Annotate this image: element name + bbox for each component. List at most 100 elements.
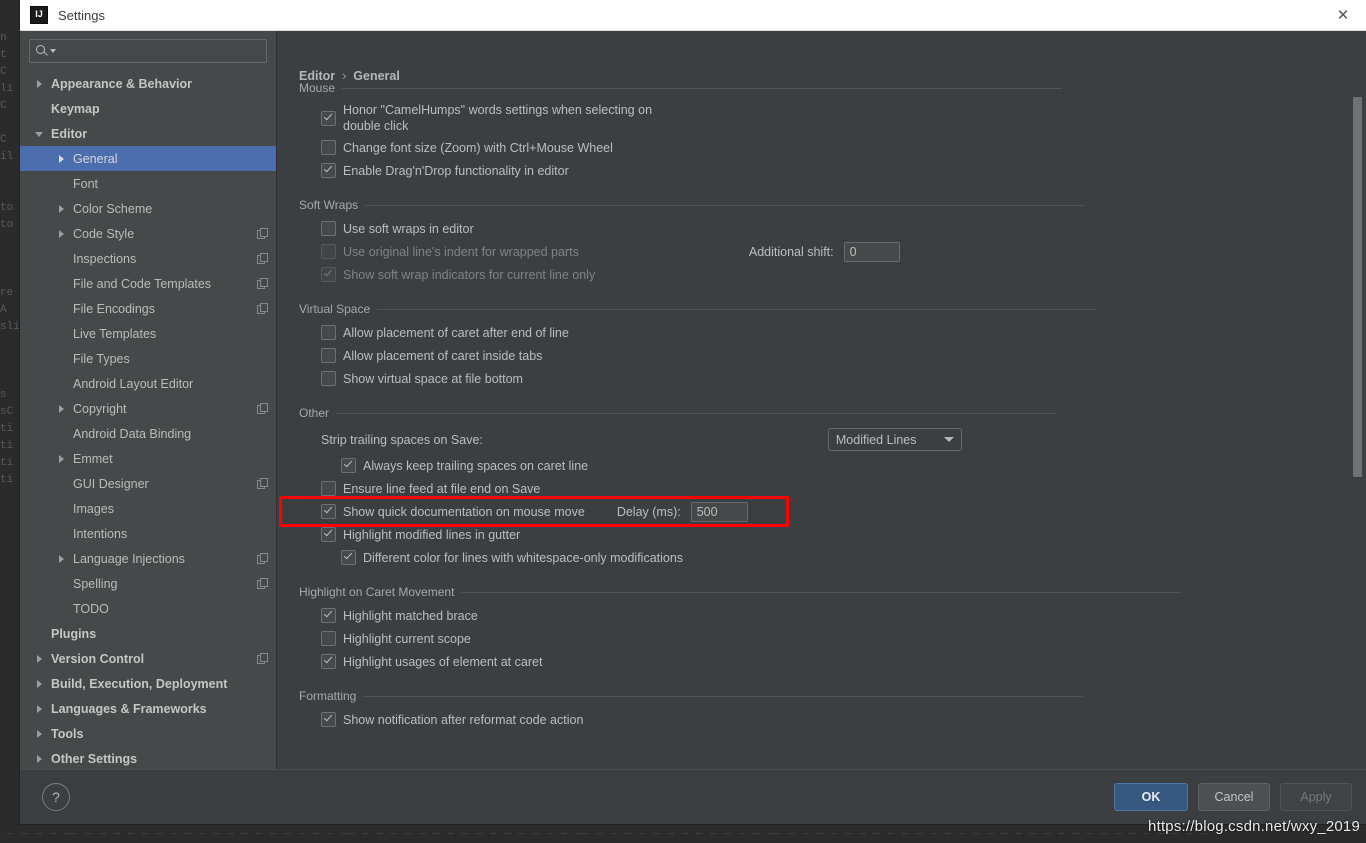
- sidebar-item-label: Plugins: [51, 626, 97, 641]
- checkbox-label: Use soft wraps in editor: [343, 221, 474, 236]
- setting-row-change-font-size-zoom-with-ctrl-mouse-wheel: Change font size (Zoom) with Ctrl+Mouse …: [299, 136, 1342, 159]
- chevron-right-icon[interactable]: [34, 728, 46, 740]
- sidebar-item-plugins[interactable]: Plugins: [20, 621, 276, 646]
- sidebar-item-file-encodings[interactable]: File Encodings: [20, 296, 276, 321]
- sidebar-item-version-control[interactable]: Version Control: [20, 646, 276, 671]
- sidebar-item-font[interactable]: Font: [20, 171, 276, 196]
- chevron-right-icon[interactable]: [56, 203, 68, 215]
- sidebar-item-images[interactable]: Images: [20, 496, 276, 521]
- sidebar-item-appearance-behavior[interactable]: Appearance & Behavior: [20, 71, 276, 96]
- chevron-right-icon[interactable]: [56, 553, 68, 565]
- sidebar-item-code-style[interactable]: Code Style: [20, 221, 276, 246]
- sidebar-item-build-execution-deployment[interactable]: Build, Execution, Deployment: [20, 671, 276, 696]
- copy-settings-icon: [257, 653, 268, 664]
- section-header-mouse: Mouse: [299, 79, 1342, 97]
- sidebar-item-emmet[interactable]: Emmet: [20, 446, 276, 471]
- checkbox-allow-placement-of-caret-after-end-of-line[interactable]: [321, 325, 336, 340]
- sidebar-item-inspections[interactable]: Inspections: [20, 246, 276, 271]
- checkbox-show-quick-documentation-on-mouse-move[interactable]: [321, 504, 336, 519]
- sidebar-item-copyright[interactable]: Copyright: [20, 396, 276, 421]
- checkbox-use-soft-wraps-in-editor[interactable]: [321, 221, 336, 236]
- sidebar-item-language-injections[interactable]: Language Injections: [20, 546, 276, 571]
- checkbox-label: Highlight modified lines in gutter: [343, 527, 521, 542]
- copy-settings-icon: [257, 478, 268, 489]
- checkbox-allow-placement-of-caret-inside-tabs[interactable]: [321, 348, 336, 363]
- sidebar-item-label: File Types: [73, 351, 130, 366]
- checkbox-label: Enable Drag'n'Drop functionality in edit…: [343, 163, 569, 178]
- sidebar-item-gui-designer[interactable]: GUI Designer: [20, 471, 276, 496]
- checkbox-show-virtual-space-at-file-bottom[interactable]: [321, 371, 336, 386]
- section-divider: [336, 412, 1057, 414]
- checkbox-show-soft-wrap-indicators-for-current-line-onl: [321, 267, 336, 282]
- checkbox-show-notification-after-reformat-code-action[interactable]: [321, 712, 336, 727]
- checkbox-enable-drag-n-drop-functionality-in-editor[interactable]: [321, 163, 336, 178]
- sidebar-item-todo[interactable]: TODO: [20, 596, 276, 621]
- checkbox-label: Honor "CamelHumps" words settings when s…: [343, 103, 653, 133]
- chevron-right-icon[interactable]: [56, 453, 68, 465]
- chevron-right-icon[interactable]: [34, 753, 46, 765]
- sidebar-item-keymap[interactable]: Keymap: [20, 96, 276, 121]
- sidebar-item-color-scheme[interactable]: Color Scheme: [20, 196, 276, 221]
- sidebar-item-tools[interactable]: Tools: [20, 721, 276, 746]
- delay-ms-input[interactable]: [690, 501, 748, 522]
- chevron-right-icon[interactable]: [34, 678, 46, 690]
- checkbox-highlight-modified-lines-in-gutter[interactable]: [321, 527, 336, 542]
- search-input[interactable]: [60, 43, 261, 59]
- sidebar-item-live-templates[interactable]: Live Templates: [20, 321, 276, 346]
- sidebar-item-file-and-code-templates[interactable]: File and Code Templates: [20, 271, 276, 296]
- checkbox-highlight-usages-of-element-at-caret[interactable]: [321, 654, 336, 669]
- breadcrumb-root[interactable]: Editor: [299, 69, 335, 83]
- checkbox-change-font-size-zoom-with-ctrl-mouse-wheel[interactable]: [321, 140, 336, 155]
- sidebar-item-other-settings[interactable]: Other Settings: [20, 746, 276, 769]
- sidebar-item-general[interactable]: General: [20, 146, 276, 171]
- checkbox-honor-camelhumps-words-settings-when-selecting[interactable]: [321, 110, 336, 126]
- sidebar-item-android-data-binding[interactable]: Android Data Binding: [20, 421, 276, 446]
- chevron-right-icon[interactable]: [34, 653, 46, 665]
- dialog-footer: ? OK Cancel Apply: [20, 769, 1366, 824]
- checkbox-different-color-for-lines-with-whitespace-only[interactable]: [341, 550, 356, 565]
- chevron-right-icon[interactable]: [34, 78, 46, 90]
- checkbox-label: Highlight matched brace: [343, 608, 478, 623]
- chevron-right-icon[interactable]: [34, 703, 46, 715]
- help-icon[interactable]: ?: [42, 783, 70, 811]
- checkbox-ensure-line-feed-at-file-end-on-save[interactable]: [321, 481, 336, 496]
- checkbox-highlight-current-scope[interactable]: [321, 631, 336, 646]
- copy-settings-icon: [257, 578, 268, 589]
- search-box[interactable]: [29, 39, 267, 63]
- sidebar-item-android-layout-editor[interactable]: Android Layout Editor: [20, 371, 276, 396]
- sidebar-item-intentions[interactable]: Intentions: [20, 521, 276, 546]
- checkbox-always-keep-trailing-spaces-on-caret-line[interactable]: [341, 458, 356, 473]
- sidebar-item-label: Languages & Frameworks: [51, 701, 207, 716]
- settings-sidebar: Appearance & Behavior Keymap Editor General…: [20, 31, 277, 769]
- chevron-down-icon[interactable]: [50, 49, 56, 53]
- chevron-right-icon[interactable]: [56, 403, 68, 415]
- sidebar-item-label: Live Templates: [73, 326, 157, 341]
- checkbox-highlight-matched-brace[interactable]: [321, 608, 336, 623]
- sidebar-item-file-types[interactable]: File Types: [20, 346, 276, 371]
- settings-tree[interactable]: Appearance & Behavior Keymap Editor General…: [20, 69, 276, 769]
- ide-background-code-text: _ _ _ _ __ _ _ _ _ _ _ _ _ _ _ _ _ _ _ _…: [0, 825, 1208, 837]
- sidebar-item-label: Version Control: [51, 651, 145, 666]
- chevron-down-icon[interactable]: [34, 128, 46, 140]
- sidebar-item-editor[interactable]: Editor: [20, 121, 276, 146]
- content-scrollbar-thumb[interactable]: [1353, 97, 1362, 477]
- ok-button[interactable]: OK: [1114, 783, 1188, 811]
- cancel-button[interactable]: Cancel: [1198, 783, 1270, 811]
- strip-trailing-spaces-select[interactable]: Modified Lines: [827, 428, 962, 451]
- sidebar-item-spelling[interactable]: Spelling: [20, 571, 276, 596]
- section-divider: [377, 308, 1098, 310]
- setting-row-strip-trailing-spaces: Strip trailing spaces on Save: Modified L…: [299, 425, 1342, 454]
- copy-settings-icon: [257, 253, 268, 264]
- content-scrollbar[interactable]: [1353, 35, 1362, 765]
- settings-content-pane: Editor › General Mouse Honor "CamelHumps"…: [277, 31, 1366, 769]
- additional-shift-input[interactable]: [843, 241, 900, 262]
- chevron-right-icon[interactable]: [56, 228, 68, 240]
- close-icon[interactable]: ✕: [1320, 1, 1366, 30]
- sidebar-item-languages-frameworks[interactable]: Languages & Frameworks: [20, 696, 276, 721]
- setting-row-use-original-line-s-indent-for-wrapped-parts: Use original line's indent for wrapped p…: [299, 240, 1342, 263]
- setting-row-enable-drag-n-drop-functionality-in-editor: Enable Drag'n'Drop functionality in edit…: [299, 159, 1342, 182]
- chevron-right-icon[interactable]: [56, 153, 68, 165]
